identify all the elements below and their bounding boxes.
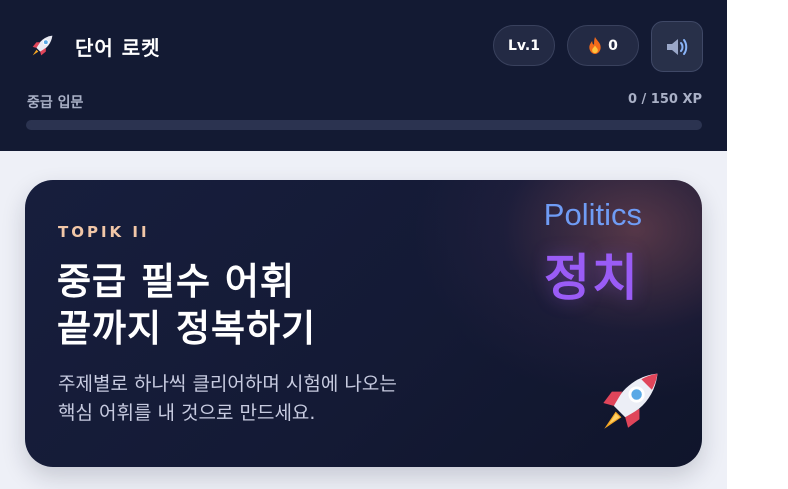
flame-icon — [589, 37, 601, 54]
app-title: 단어 로켓 — [75, 36, 161, 60]
hero-description: 주제별로 하나씩 클리어하며 시험에 나오는 핵심 어휘를 내 것으로 만드세요… — [58, 370, 397, 428]
hero-desc-line1: 주제별로 하나씩 클리어하며 시험에 나오는 — [58, 373, 397, 395]
xp-progress-bar — [26, 120, 702, 130]
xp-counter: 0 / 150 XP — [627, 92, 702, 107]
app: 단어 로켓 Lv.1 0 중급 입문 0 / 150 XP TOPIK II 중… — [0, 0, 727, 489]
rocket-icon — [32, 35, 53, 56]
header: 단어 로켓 Lv.1 0 중급 입문 0 / 150 XP — [0, 0, 727, 151]
hero-desc-line2: 핵심 어휘를 내 것으로 만드세요. — [58, 402, 316, 424]
hero-headline: 중급 필수 어휘 끝까지 정복하기 — [57, 258, 316, 352]
streak-badge[interactable]: 0 — [567, 25, 639, 66]
speaker-icon — [667, 38, 688, 55]
featured-word-korean: 정치 — [544, 249, 640, 307]
featured-word-english: Politics — [543, 197, 642, 232]
level-name: 중급 입문 — [27, 95, 84, 111]
sound-toggle-button[interactable] — [651, 21, 703, 72]
streak-count: 0 — [608, 37, 618, 54]
hero-card[interactable]: TOPIK II 중급 필수 어휘 끝까지 정복하기 주제별로 하나씩 클리어하… — [25, 180, 702, 467]
hero-headline-line2: 끝까지 정복하기 — [57, 307, 317, 350]
rocket-icon — [603, 373, 658, 429]
level-value: Lv.1 — [508, 37, 540, 54]
hero-headline-line1: 중급 필수 어휘 — [57, 260, 296, 303]
hero-eyebrow: TOPIK II — [58, 223, 150, 241]
level-badge[interactable]: Lv.1 — [493, 25, 555, 66]
